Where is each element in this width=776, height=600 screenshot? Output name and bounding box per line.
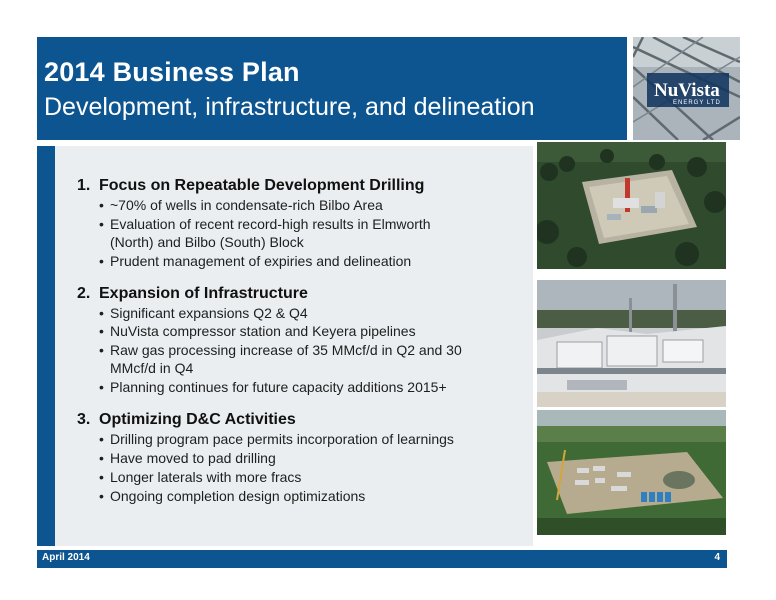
- list-item: • Evaluation of recent record-high result…: [99, 216, 431, 232]
- list-item-continuation: (North) and Bilbo (South) Block: [110, 234, 304, 250]
- slide-subtitle: Development, infrastructure, and delinea…: [44, 93, 535, 121]
- section-2-number: 2.: [77, 285, 91, 302]
- aerial-pad-photo: [537, 410, 726, 535]
- logo-wordmark: NuVista: [654, 80, 720, 101]
- logo-background-photo: NuVista ENERGY LTD: [633, 37, 740, 140]
- company-logo: NuVista ENERGY LTD: [633, 37, 740, 140]
- section-2-heading: 2. Expansion of Infrastructure: [77, 285, 308, 303]
- list-item: • ~70% of wells in condensate-rich Bilbo …: [99, 197, 383, 213]
- list-item: • Planning continues for future capacity …: [99, 379, 447, 395]
- list-item: • Prudent management of expiries and deli…: [99, 253, 412, 269]
- slide-title: 2014 Business Plan: [44, 57, 300, 87]
- drilling-pad-photo: [537, 142, 726, 269]
- footer-date: April 2014: [42, 552, 90, 563]
- section-3-number: 3.: [77, 411, 91, 428]
- list-item: • Drilling program pace permits incorpora…: [99, 431, 454, 447]
- left-accent-bar: [37, 146, 55, 546]
- list-item: • Raw gas processing increase of 35 MMcf/…: [99, 342, 462, 358]
- list-item: • NuVista compressor station and Keyera p…: [99, 323, 416, 339]
- page-number: 4: [714, 552, 720, 563]
- gas-plant-photo: [537, 280, 726, 407]
- section-1-heading: 1. Focus on Repeatable Development Drilli…: [77, 177, 424, 195]
- logo-tagline: ENERGY LTD: [673, 100, 721, 106]
- list-item-continuation: MMcf/d in Q4: [110, 360, 194, 376]
- title-banner: 2014 Business Plan Development, infrastr…: [37, 37, 627, 140]
- section-1-title: Focus on Repeatable Development Drilling: [99, 177, 425, 194]
- section-3-heading: 3. Optimizing D&C Activities: [77, 411, 296, 429]
- footer-bar: April 2014 4: [37, 550, 727, 568]
- list-item: • Longer laterals with more fracs: [99, 469, 302, 485]
- list-item: • Have moved to pad drilling: [99, 450, 276, 466]
- section-1-number: 1.: [77, 177, 91, 194]
- list-item: • Significant expansions Q2 & Q4: [99, 305, 308, 321]
- section-2-title: Expansion of Infrastructure: [99, 285, 308, 302]
- section-3-title: Optimizing D&C Activities: [99, 411, 296, 428]
- content-panel: 1. Focus on Repeatable Development Drilli…: [55, 146, 533, 546]
- list-item: • Ongoing completion design optimizations: [99, 488, 366, 504]
